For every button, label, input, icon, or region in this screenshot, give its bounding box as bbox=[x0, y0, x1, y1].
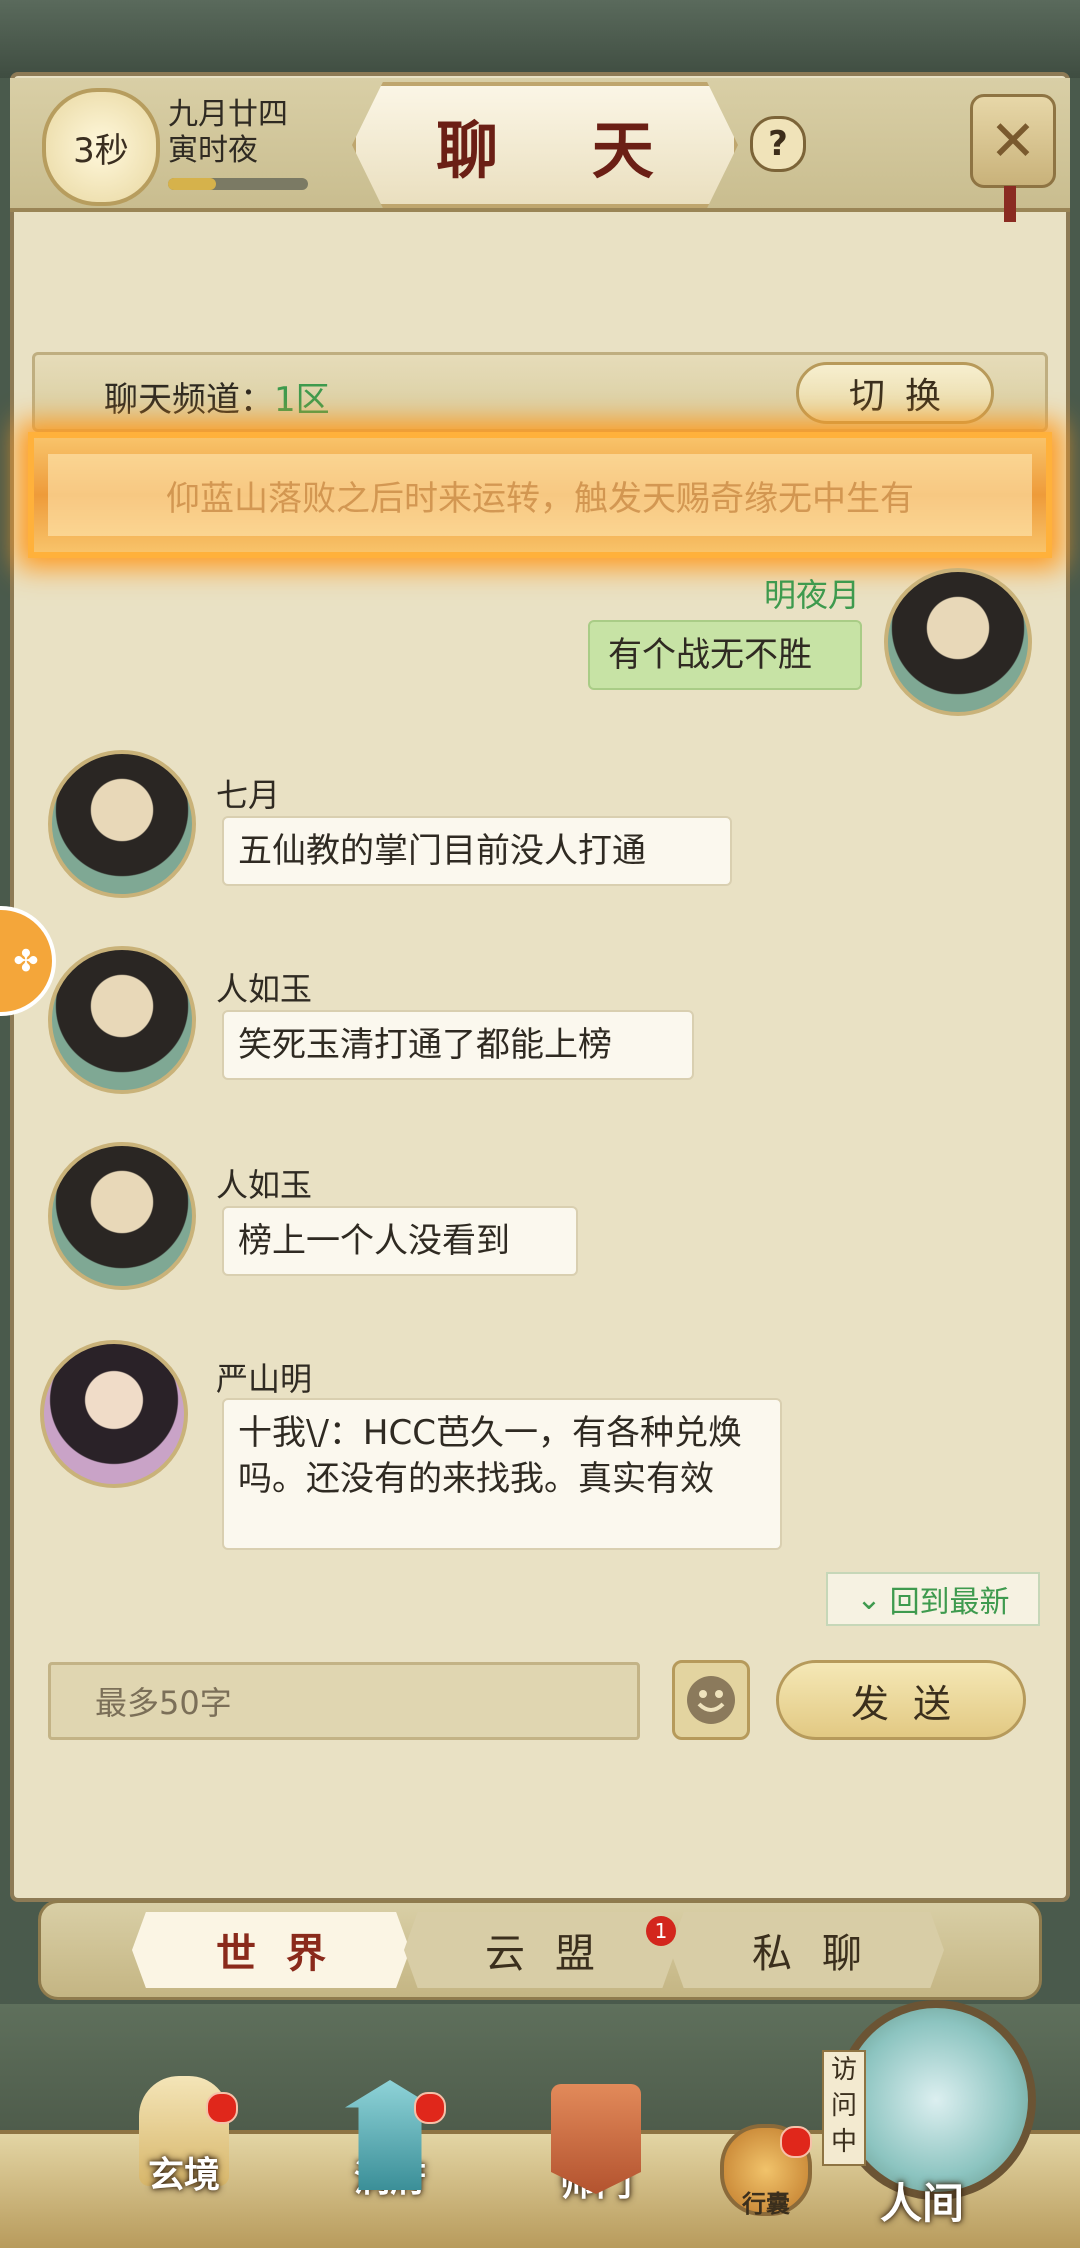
countdown-timer: 3秒 bbox=[42, 88, 160, 206]
chat-input[interactable]: 最多50字 bbox=[48, 1662, 640, 1740]
channel-value: 1区 bbox=[274, 380, 330, 420]
avatar[interactable] bbox=[48, 750, 196, 898]
message-bubble: 十我\/：HCC芭久一，有各种兑焕吗。还没有的来找我。真实有效 bbox=[222, 1398, 782, 1550]
avatar[interactable] bbox=[884, 568, 1032, 716]
tab-alliance[interactable]: 云盟 bbox=[404, 1912, 676, 1988]
sender-name: 七月 bbox=[216, 776, 281, 814]
date-label: 九月廿四 bbox=[168, 97, 288, 132]
chevron-down-icon: ⌄ bbox=[856, 1581, 882, 1617]
sender-name: 明夜月 bbox=[764, 576, 861, 614]
unread-badge: 1 bbox=[646, 1916, 676, 1946]
time-label: 寅时夜 bbox=[168, 133, 258, 168]
sender-name: 人如玉 bbox=[216, 970, 313, 1008]
tab-world[interactable]: 世界 bbox=[132, 1912, 410, 1988]
nav-label: 玄境 bbox=[147, 2154, 220, 2196]
scroll-to-latest-button[interactable]: ⌄ 回到最新 bbox=[826, 1572, 1040, 1626]
page-title: 聊 天 bbox=[436, 114, 690, 187]
time-progress-fill bbox=[168, 178, 216, 190]
smiley-icon bbox=[687, 1676, 735, 1724]
top-strip bbox=[0, 0, 1080, 78]
nav-renjian[interactable]: 人间 bbox=[880, 2170, 964, 2231]
sender-name: 人如玉 bbox=[216, 1166, 313, 1204]
announcement-text: 仰蓝山落败之后时来运转，触发天赐奇缘无中生有 bbox=[48, 454, 1032, 536]
message-bubble: 笑死玉清打通了都能上榜 bbox=[222, 1010, 694, 1080]
channel-label: 聊天频道：1区 bbox=[104, 372, 330, 421]
tassel-decoration bbox=[1004, 186, 1016, 222]
banner-icon bbox=[551, 2084, 641, 2194]
notification-dot bbox=[206, 2092, 238, 2124]
visiting-label: 访问中 bbox=[822, 2050, 866, 2166]
avatar[interactable] bbox=[48, 946, 196, 1094]
nav-label: 行囊 bbox=[742, 2189, 790, 2218]
close-x-icon[interactable]: ✕ bbox=[970, 94, 1056, 188]
notification-dot bbox=[780, 2126, 812, 2158]
scroll-latest-label: 回到最新 bbox=[889, 1585, 1010, 1620]
nav-shimen[interactable]: 师门 bbox=[536, 2084, 656, 2206]
title-plate: 聊 天 bbox=[352, 82, 738, 208]
sender-name: 严山明 bbox=[216, 1360, 313, 1398]
avatar[interactable] bbox=[40, 1340, 188, 1488]
send-button[interactable]: 发送 bbox=[776, 1660, 1026, 1740]
emoji-button[interactable] bbox=[672, 1660, 750, 1740]
message-bubble: 五仙教的掌门目前没人打通 bbox=[222, 816, 732, 886]
notification-dot bbox=[414, 2092, 446, 2124]
tab-private-chat[interactable]: 私聊 bbox=[670, 1912, 944, 1988]
message-bubble-self: 有个战无不胜 bbox=[588, 620, 862, 690]
message-bubble: 榜上一个人没看到 bbox=[222, 1206, 578, 1276]
channel-caption: 聊天频道： bbox=[104, 380, 274, 420]
avatar[interactable] bbox=[48, 1142, 196, 1290]
gamepad-icon: ✤ bbox=[13, 943, 39, 979]
question-icon[interactable]: ? bbox=[750, 116, 806, 172]
switch-channel-button[interactable]: 切换 bbox=[796, 362, 994, 424]
